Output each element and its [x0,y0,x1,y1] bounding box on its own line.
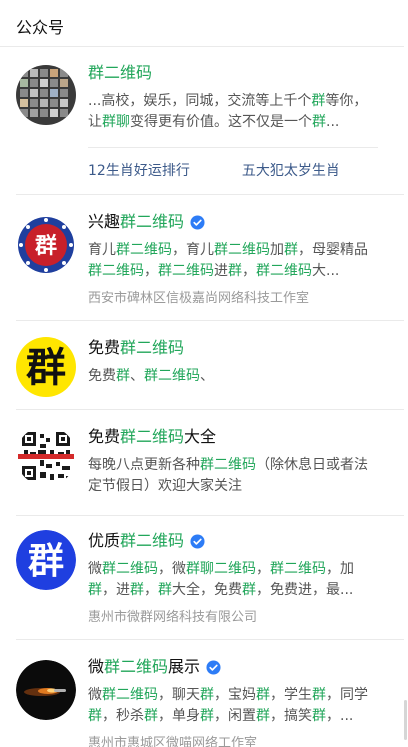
avatar: 群 [16,337,76,397]
account-organization: 惠州市惠城区微喵网络工作室 [88,736,258,747]
account-name: 兴趣 群二维码 [88,211,378,233]
avatar [16,65,76,125]
account-name: 免费 群二维码 大全 [88,427,217,446]
account-item[interactable]: 群 免费 群二维码 免费群、群二维码、 [16,321,404,410]
account-organization: 西安市碑林区信极嘉尚网络科技工作室 [88,291,310,306]
account-item[interactable]: 群二维码 ...高校，娱乐，同城，交流等上千个群等你，让群聊变得更有价值。这不仅… [16,47,404,195]
avatar-char: 群 [35,233,57,259]
avatar: 群 [16,215,76,275]
account-description: 微群二维码，微群聊二维码，群二维码，加群，进群，群大全，免费群，免费进，最... [88,561,354,598]
account-description: 微群二维码，聊天群，宝妈群，学生群，同学群，秒杀群，单身群，闲置群，搞笑群，..… [88,687,368,724]
avatar-char: 群 [28,541,64,582]
account-item[interactable]: 免费 群二维码 大全 每晚八点更新各种群二维码（除休息日或者法定节假日）欢迎大家关注 [16,410,404,516]
scrollbar-thumb[interactable] [404,700,407,740]
account-item[interactable]: 微群二维码 展示 微群二维码，聊天群，宝妈群，学生群，同学群，秒杀群，单身群，闲置… [16,640,404,747]
related-links: 12生肖好运排行 五大犯太岁生肖 [88,147,378,180]
account-item[interactable]: 群 兴趣 群二维码 育儿群二维码，育儿群二维码加群，母婴精品群二维码，群二维码进群… [16,195,404,321]
avatar-char: 群 [26,345,66,391]
account-name: 群二维码 [88,63,153,82]
avatar [16,426,76,486]
account-name: 免费 群二维码 [88,338,185,357]
account-name: 微群二维码 展示 [88,656,378,678]
avatar: 群 [16,530,76,590]
account-description: ...高校，娱乐，同城，交流等上千个群等你，让群聊变得更有价值。这不仅是一个群.… [88,93,368,130]
verified-icon [206,659,221,675]
account-item[interactable]: 群 优质 群二维码 微群二维码，微群聊二维码，群二维码，加群，进群，群大全，免费群… [16,516,404,640]
section-title: 公众号 [0,0,404,47]
verified-icon [190,533,205,549]
avatar [16,660,76,720]
account-name: 优质 群二维码 [88,530,378,552]
verified-icon [190,214,205,230]
account-description: 每晚八点更新各种群二维码（除休息日或者法定节假日）欢迎大家关注 [88,457,368,494]
link-zodiac-ranking[interactable]: 12生肖好运排行 [88,160,190,180]
account-description: 育儿群二维码，育儿群二维码加群，母婴精品群二维码，群二维码进群，群二维码大... [88,242,368,279]
link-tai-sui[interactable]: 五大犯太岁生肖 [242,160,340,180]
account-description: 免费群、群二维码、 [88,368,214,384]
account-organization: 惠州市微群网络科技有限公司 [88,610,258,625]
